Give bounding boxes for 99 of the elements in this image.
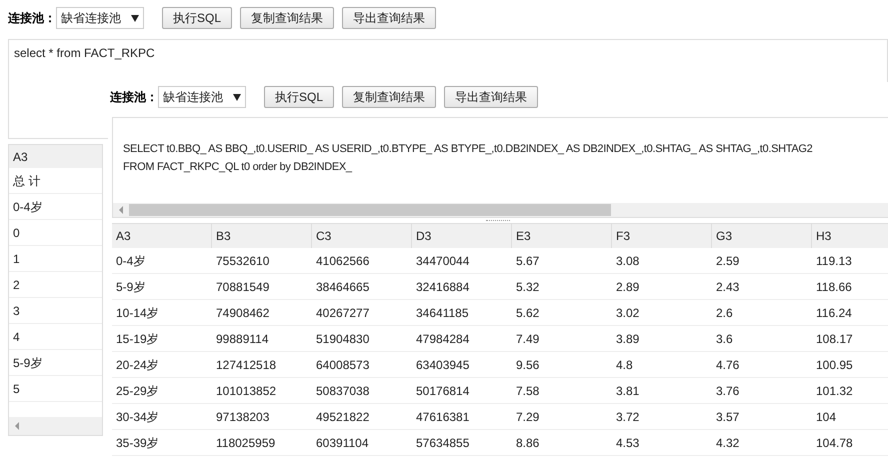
table-cell-text: 5 (12, 380, 21, 398)
table-cell-text: 40267277 (315, 304, 370, 322)
toolbar-button[interactable]: 执行SQL (264, 86, 334, 108)
column-header: G3 (712, 224, 812, 248)
table-cell-text: 7.29 (515, 408, 540, 426)
table-cell-text: 总 计 (12, 172, 42, 190)
table-cell-text: 35-39岁 (115, 434, 160, 452)
table-cell-text: 34641185 (415, 304, 470, 322)
table-cell-text: 5.32 (515, 278, 540, 296)
table-cell-text: 3.08 (615, 252, 640, 270)
table-cell-text: 3.57 (715, 408, 740, 426)
table-cell-text: 104.78 (815, 434, 854, 452)
table-cell-text: 3.72 (615, 408, 640, 426)
scrollbar-thumb[interactable] (129, 204, 611, 216)
table-cell-text: 97138203 (215, 408, 270, 426)
table-cell-text: 60391104 (315, 434, 370, 452)
table-cell-text: 104 (815, 408, 838, 426)
table-cell-text: 51904830 (315, 330, 370, 348)
table-cell-text: 5-9岁 (12, 354, 44, 372)
table-cell-text: 101.32 (815, 382, 854, 400)
table-cell-text: 3.89 (615, 330, 640, 348)
table-cell-text: 108.17 (815, 330, 854, 348)
table-cell-text: 30-34岁 (115, 408, 160, 426)
table-cell-text: 75532610 (215, 252, 270, 270)
dropdown-caret-icon (233, 94, 241, 100)
table-cell-text: 7.58 (515, 382, 540, 400)
table-cell-text: 2.6 (715, 304, 734, 322)
toolbar-button[interactable]: 复制查询结果 (342, 86, 436, 108)
table-cell-text: 0 (12, 224, 21, 242)
table-cell-text: 2.43 (715, 278, 740, 296)
table-cell-text: 15-19岁 (115, 330, 160, 348)
sql-text-line: SELECT t0.BBQ_ AS BBQ_,t0.USERID_ AS USERID_,t0.BTYPE_ AS BTYPE_,t0.DB2INDEX_ AS DB2INDEX_,t0.SHTAG_ AS SHTAG_,t0.SHTAG2 (123, 142, 812, 157)
table-cell-text: 4.32 (715, 434, 740, 452)
table-cell-text: 8.86 (515, 434, 540, 452)
table-cell-text: 1 (12, 250, 21, 268)
column-header: D3 (412, 224, 512, 248)
table-cell-text: 7.49 (515, 330, 540, 348)
table-cell-text: 4 (12, 328, 21, 346)
table-cell-text: 0-4岁 (12, 198, 44, 216)
horizontal-scrollbar[interactable] (113, 203, 888, 217)
table-cell-text: 63403945 (415, 356, 470, 374)
table-cell-text: 70881549 (215, 278, 270, 296)
table-cell-text: 3.76 (715, 382, 740, 400)
column-header: E3 (512, 224, 612, 248)
table-cell-text: 4.76 (715, 356, 740, 374)
sql-text-line: FROM FACT_RKPC_QL t0 order by DB2INDEX_ (123, 160, 352, 175)
table-cell-text: 3 (12, 302, 21, 320)
column-header: F3 (612, 224, 712, 248)
table-cell-text: 34470044 (415, 252, 470, 270)
table-cell-text: 4.8 (615, 356, 634, 374)
table-cell-text: 99889114 (215, 330, 270, 348)
table-cell-text: 32416884 (415, 278, 470, 296)
table-cell-text: 100.95 (815, 356, 854, 374)
column-header: A3 (9, 145, 102, 168)
table-cell-text: 5.67 (515, 252, 540, 270)
table-cell-text: 38464665 (315, 278, 370, 296)
pool-label: 连接池： (8, 10, 56, 27)
table-cell-text: 25-29岁 (115, 382, 160, 400)
table-cell-text: 5-9岁 (115, 278, 146, 296)
dropdown-caret-icon (131, 14, 139, 22)
table-cell-text: 116.24 (815, 304, 853, 322)
horizontal-scrollbar[interactable] (9, 417, 102, 435)
table-cell-text: 74908462 (215, 304, 270, 322)
table-cell-text: 0-4岁 (115, 252, 146, 270)
pool-select[interactable]: 缺省连接池 (158, 86, 246, 108)
table-cell-text: 5.62 (515, 304, 540, 322)
table-cell-text: 3.02 (615, 304, 640, 322)
table-cell-text: 127412518 (215, 356, 278, 374)
toolbar-button[interactable]: 执行SQL (162, 7, 232, 29)
table-cell-text: 64008573 (315, 356, 370, 374)
table-cell-text: 47984284 (415, 330, 470, 348)
table-cell-text: 57634855 (415, 434, 470, 452)
table-cell-text: 2.89 (615, 278, 640, 296)
table-cell-text: 50837038 (315, 382, 370, 400)
table-cell-text: 10-14岁 (115, 304, 160, 322)
table-cell-text: 47616381 (415, 408, 470, 426)
toolbar-button[interactable]: 导出查询结果 (342, 7, 436, 29)
toolbar-button[interactable]: 复制查询结果 (240, 7, 334, 29)
table-cell-text: 3.81 (615, 382, 640, 400)
table-cell-text: 118.66 (815, 278, 853, 296)
table-cell-text: 2.59 (715, 252, 740, 270)
table-cell-text: 9.56 (515, 356, 540, 374)
table-cell-text: 4.53 (615, 434, 640, 452)
table-cell-text: 2 (12, 276, 21, 294)
pool-label: 连接池： (110, 89, 158, 106)
column-header: C3 (312, 224, 412, 248)
table-cell-text: 41062566 (315, 252, 370, 270)
table-cell-text: 20-24岁 (115, 356, 160, 374)
table-cell-text: 49521822 (315, 408, 370, 426)
table-cell-text: 118025959 (215, 434, 276, 452)
toolbar-button[interactable]: 导出查询结果 (444, 86, 538, 108)
column-header: A3 (112, 224, 212, 248)
column-header: B3 (212, 224, 312, 248)
pool-select[interactable]: 缺省连接池 (56, 7, 144, 29)
table-cell-text: 101013852 (215, 382, 278, 400)
column-header: H3 (812, 224, 888, 248)
table-cell-text: 119.13 (815, 252, 853, 270)
table-cell-text: 50176814 (415, 382, 470, 400)
table-cell-text: 3.6 (715, 330, 734, 348)
